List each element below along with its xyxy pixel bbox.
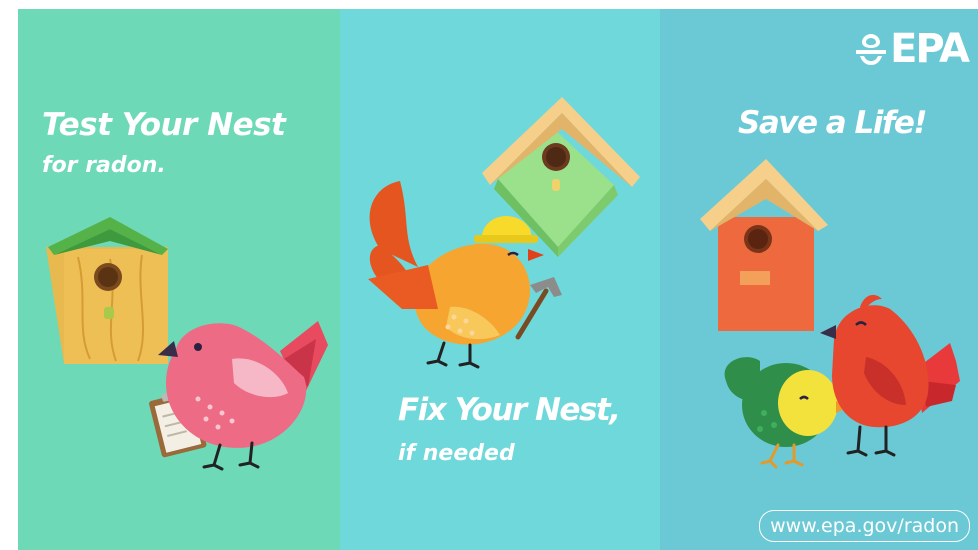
headline-save-a-life: Save a Life! [738,105,928,141]
save-life-illustration [660,9,978,550]
subline-if-needed: if needed [398,441,515,466]
headline-test-your-nest: Test Your Nest [42,107,286,143]
epa-wordmark: EPA [890,26,970,72]
panel-test-your-nest: Test Your Nest for radon. [18,9,340,550]
epa-flower-icon [856,34,887,65]
panel-background [660,9,978,550]
fix-nest-illustration [340,9,660,550]
infographic-banner: Test Your Nest for radon. Fix Your Nest,… [18,9,978,550]
subline-for-radon: for radon. [42,153,166,178]
panel-save-a-life: EPA Save a Life! www.epa.gov/radon [660,9,978,550]
test-nest-illustration [18,9,340,550]
headline-fix-your-nest: Fix Your Nest, [398,392,621,428]
epa-logo: EPA [852,26,970,72]
url-pill[interactable]: www.epa.gov/radon [759,510,970,542]
panel-fix-your-nest: Fix Your Nest, if needed [340,9,660,550]
